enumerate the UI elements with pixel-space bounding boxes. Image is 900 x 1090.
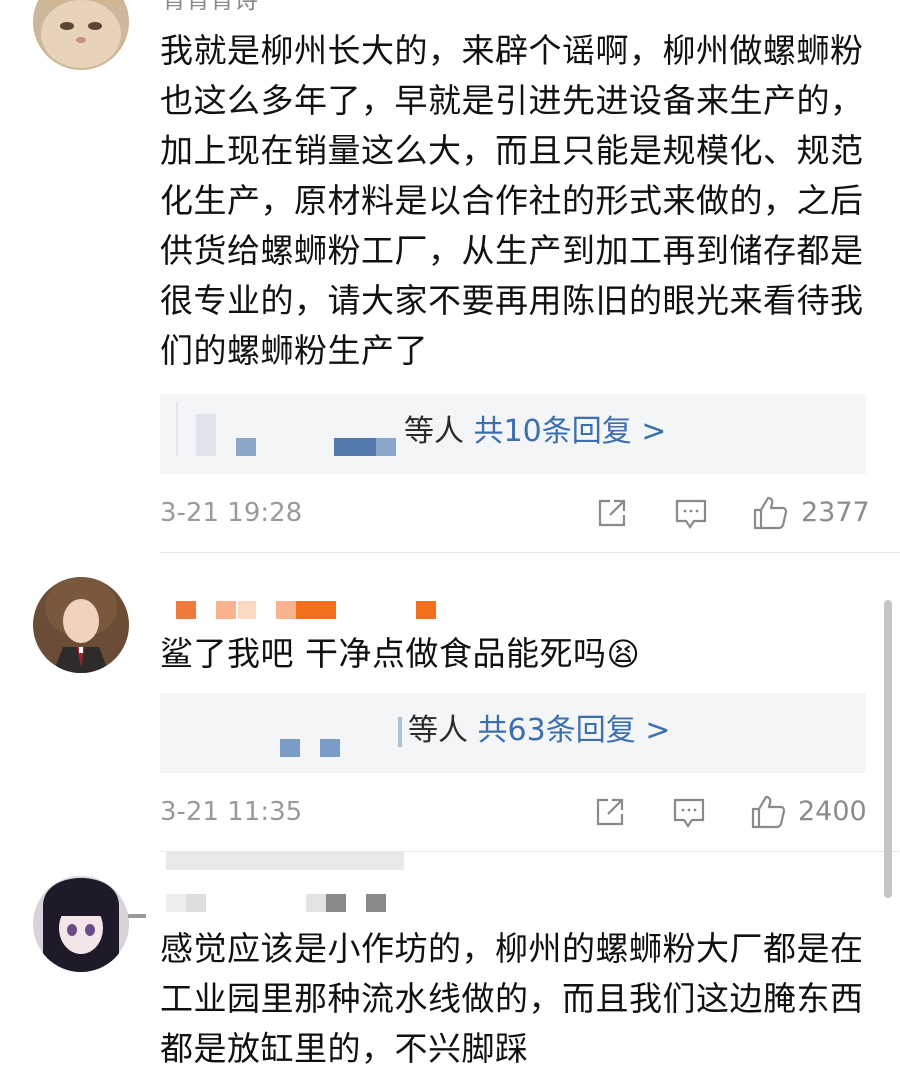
redacted-name-block (236, 438, 256, 456)
avatar[interactable] (33, 577, 129, 673)
redacted-name-block (416, 601, 436, 619)
scrollbar[interactable] (884, 600, 892, 898)
redacted-name-block (366, 894, 386, 912)
comment-icon[interactable] (674, 498, 708, 534)
reply-count-link[interactable]: 共10条回复 > (474, 414, 667, 449)
redacted-bar (128, 914, 146, 918)
redacted-name-block (216, 601, 236, 619)
redacted-name-block (186, 894, 206, 912)
like-icon[interactable] (752, 495, 788, 535)
comment-time: 3-21 19:28 (160, 498, 303, 528)
redacted-name-block (326, 894, 346, 912)
redacted-name-block (196, 414, 216, 456)
avatar[interactable] (33, 876, 129, 972)
redacted-name-block (376, 438, 396, 456)
comment-text: 我就是柳州长大的，来辟个谣啊，柳州做螺蛳粉也这么多年了，早就是引进先进设备来生产… (160, 31, 864, 370)
comment-icon[interactable] (672, 797, 706, 833)
comment-time: 3-21 11:35 (160, 797, 303, 827)
like-count: 2400 (798, 796, 867, 827)
comment-text: 鲨了我吧 干净点做食品能死吗😫 (160, 629, 880, 679)
username-redacted[interactable] (166, 894, 388, 912)
redacted-name-block (320, 739, 340, 757)
reply-summary[interactable]: 等人 共10条回复 > (404, 412, 666, 452)
share-icon[interactable] (594, 796, 626, 832)
comment-text-content: 鲨了我吧 干净点做食品能死吗 (160, 634, 607, 673)
like-icon[interactable] (750, 794, 786, 834)
redacted-name-block (398, 717, 402, 747)
reply-summary[interactable]: 等人 共63条回复 > (408, 711, 670, 751)
reply-suffix: 等人 (404, 414, 464, 449)
redacted-name-block (166, 894, 186, 912)
comment-item: 鲨了我吧 干净点做食品能死吗😫 等人 共63条回复 > 3-21 11:35 2… (0, 553, 900, 852)
avatar[interactable] (33, 0, 129, 70)
redacted-name-block (276, 601, 296, 619)
redacted-bar (166, 852, 404, 870)
redacted-name-block (296, 601, 336, 619)
redacted-name-block (280, 739, 300, 757)
reply-preview[interactable]: 等人 共63条回复 > (160, 693, 866, 773)
like-count: 2377 (801, 497, 870, 528)
redacted-name-block (306, 894, 326, 912)
reply-preview[interactable]: 等人 共10条回复 > (160, 394, 866, 474)
share-icon[interactable] (596, 497, 628, 533)
redacted-name-block (238, 601, 256, 619)
redacted-name-block (176, 402, 178, 456)
reply-suffix: 等人 (408, 713, 468, 748)
username-redacted[interactable] (176, 601, 438, 619)
comment-text: 感觉应该是小作坊的，柳州的螺蛳粉大厂都是在工业园里那种流水线做的，而且我们这边腌… (160, 929, 864, 1068)
reply-count-link[interactable]: 共63条回复 > (478, 713, 671, 748)
comment-item: 青青青诗 我就是柳州长大的，来辟个谣啊，柳州做螺蛳粉也这么多年了，早就是引进先进… (0, 0, 900, 553)
redacted-name-block (176, 601, 196, 619)
emoji-icon: 😫 (606, 635, 641, 673)
username[interactable]: 青青青诗 (162, 0, 258, 15)
comment-item: 感觉应该是小作坊的，柳州的螺蛳粉大厂都是在工业园里那种流水线做的，而且我们这边腌… (0, 852, 900, 1090)
